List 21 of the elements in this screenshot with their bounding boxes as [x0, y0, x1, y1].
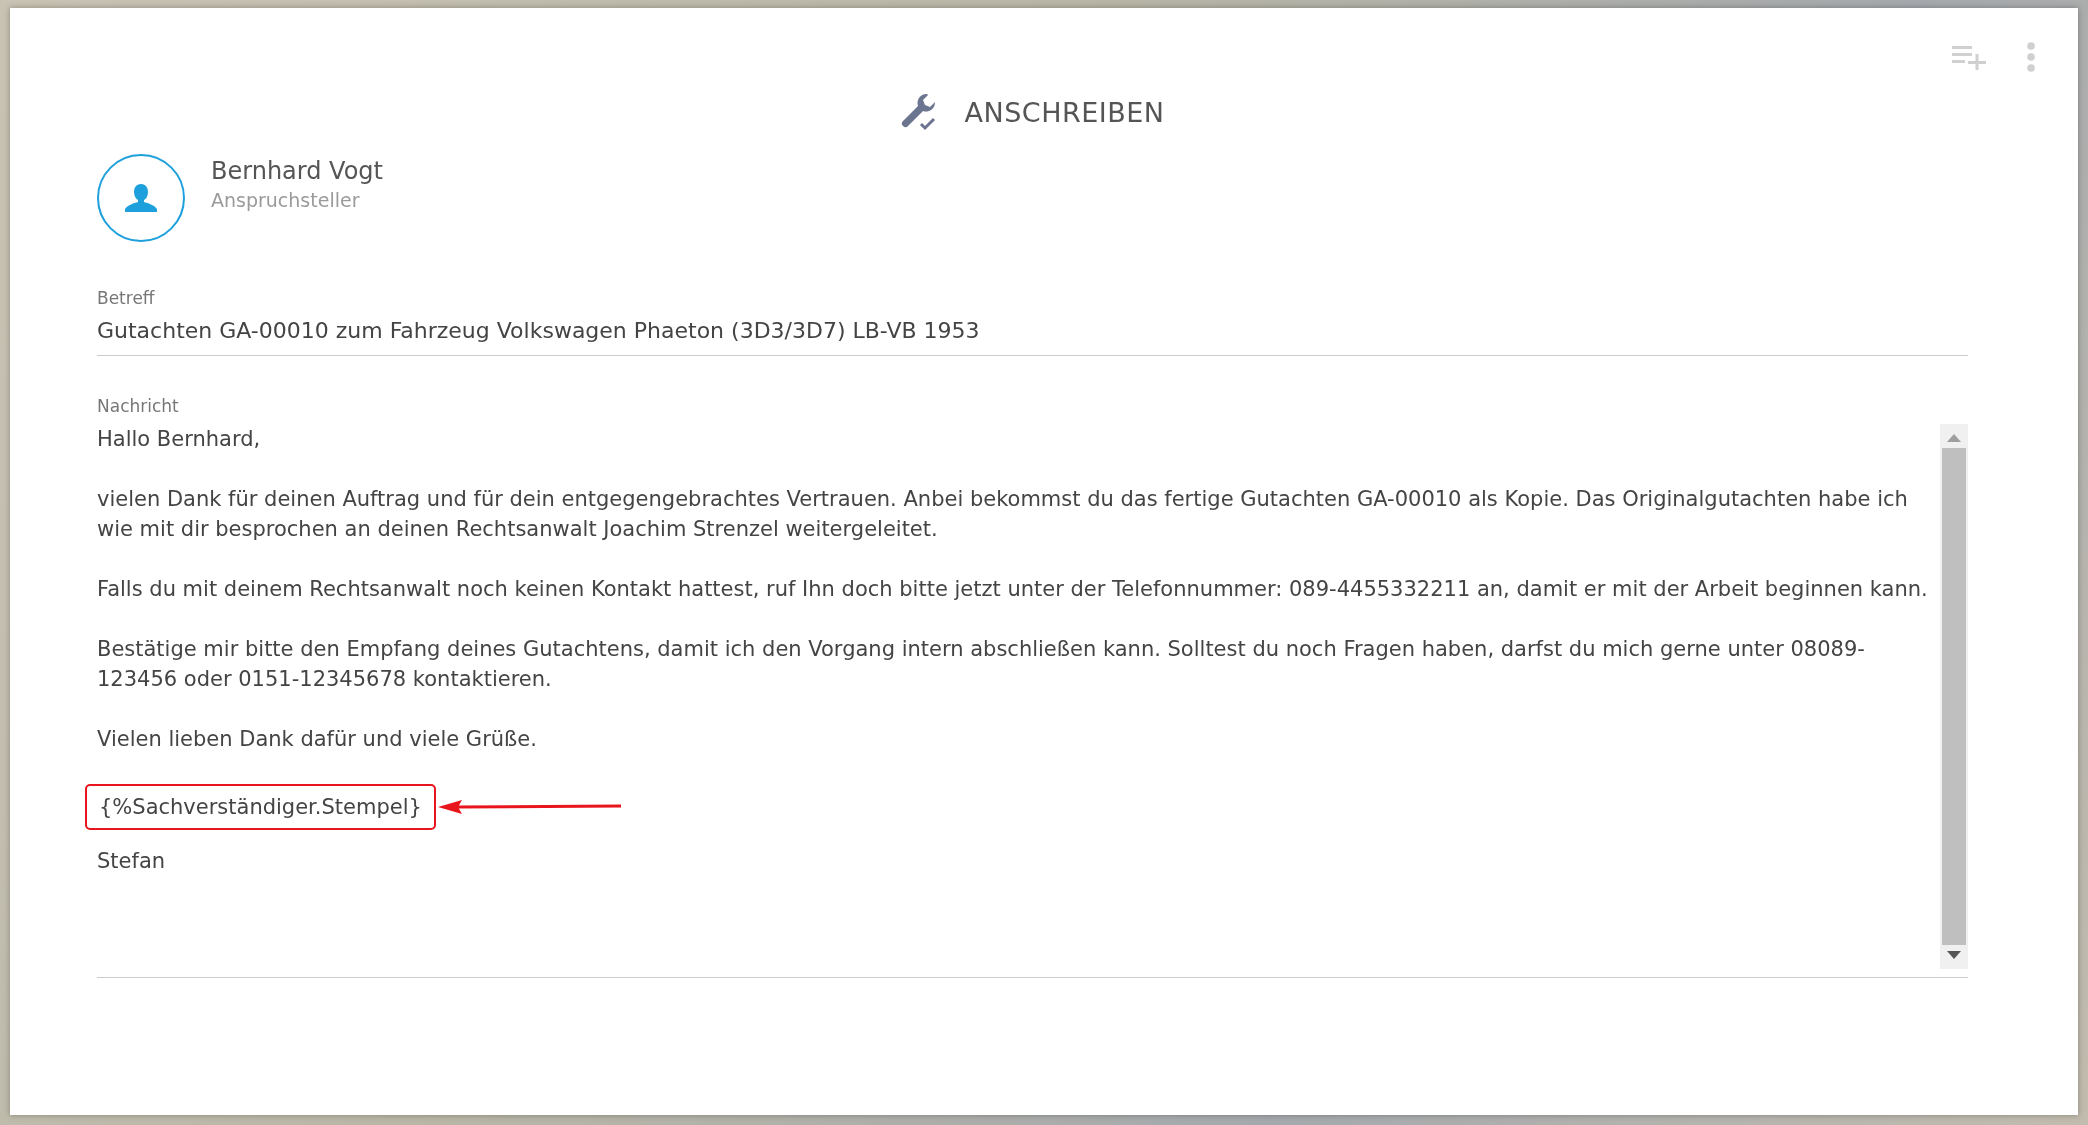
- more-vertical-icon[interactable]: [2026, 42, 2036, 72]
- scroll-down-icon[interactable]: [1947, 951, 1961, 959]
- message-paragraph: vielen Dank für deinen Auftrag und für dein entgegengebrachtes Vertrauen. Anbei bekommst du das fertige Gutachten GA-00010 als Kopie. Das Originalgutachten habe ich wie mit dir besprochen an deinen Rechtsanwalt Joachim Strenzel weitergeleitet.: [97, 486, 1909, 543]
- dialog-title: ANSCHREIBEN: [964, 96, 1165, 128]
- field-label: Betreff: [97, 288, 156, 308]
- placeholder-token: {%Sachverständiger.Stempel}: [85, 784, 436, 830]
- scroll-up-icon[interactable]: [1947, 434, 1961, 442]
- recipient-role: Anspruchsteller: [211, 189, 361, 211]
- message-paragraph: Falls du mit deinem Rechtsanwalt noch keinen Kontakt hattest, ruf Ihn doch bitte jetzt unter der Telefonnummer: 089-4455332211 an, damit er mit der Arbeit beginnen kann.: [97, 576, 1929, 603]
- message-paragraph: Bestätige mir bitte den Empfang deines Gutachtens, damit ich den Vorgang intern abschließen kann. Solltest du noch Fragen haben, darfst du mich gerne unter 08089-123456 oder 0151-12345678 kontaktieren.: [97, 636, 1866, 693]
- message-paragraph: Hallo Bernhard,: [97, 426, 262, 453]
- playlist-add-icon[interactable]: [1952, 44, 1988, 70]
- recipient-name: Bernhard Vogt: [211, 157, 383, 185]
- subject-field[interactable]: Betreff Gutachten GA-00010 zum Fahrzeug Volkswagen Phaeton (3D3/3D7) LB-VB 1953: [97, 288, 1968, 356]
- message-paragraph: Stefan: [97, 848, 167, 875]
- field-label: Nachricht: [97, 396, 180, 416]
- scrollbar-thumb[interactable]: [1942, 448, 1966, 945]
- person-icon: [125, 184, 157, 212]
- message-paragraph: Vielen lieben Dank dafür und viele Grüße.: [97, 726, 538, 753]
- subject-value: Gutachten GA-00010 zum Fahrzeug Volkswagen Phaeton (3D3/3D7) LB-VB 1953: [97, 317, 981, 345]
- scrollbar[interactable]: [1940, 424, 1968, 969]
